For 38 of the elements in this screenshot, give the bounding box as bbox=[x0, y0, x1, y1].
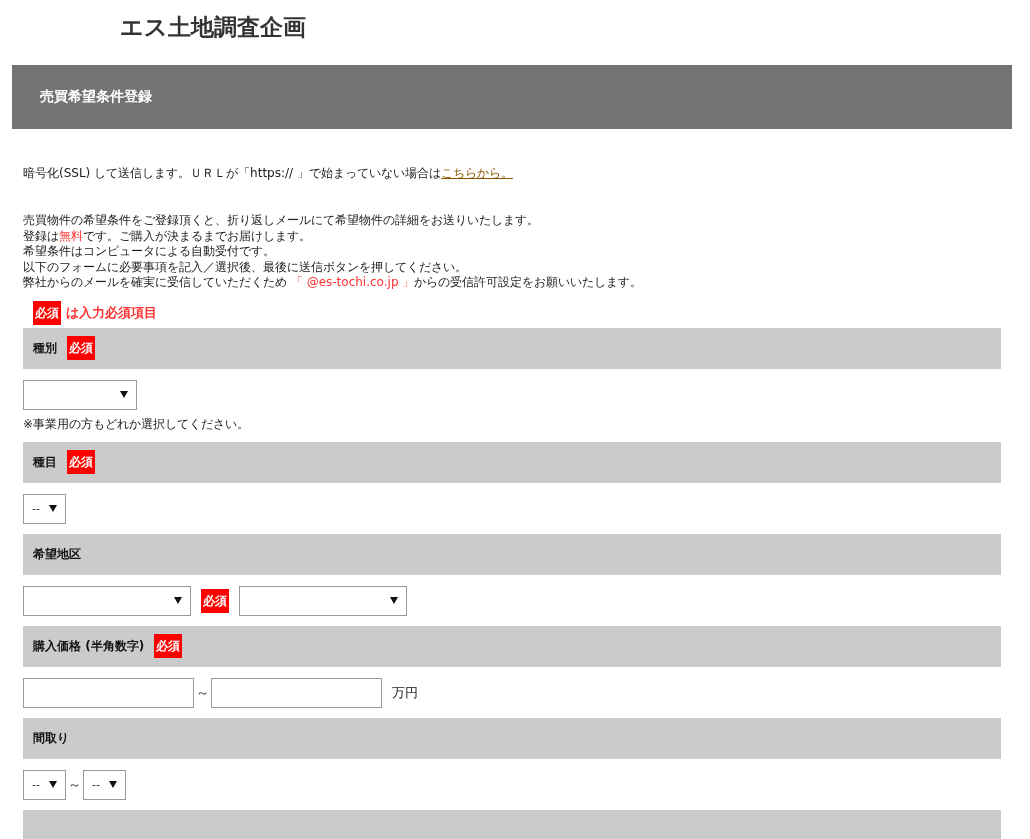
dropdown-field[interactable] bbox=[23, 379, 137, 410]
dropdown-arrow-icon bbox=[174, 597, 182, 604]
unit-label: 万円 bbox=[392, 683, 418, 702]
intro-text: 登録は無料です。ご購入が決まるまでお届けします。 bbox=[23, 228, 311, 244]
intro-text: 売買物件の希望条件をご登録頂くと、折り返しメールにて希望物件の詳細をお送りいたします。 bbox=[23, 213, 539, 229]
section-note: ※事業用の方もどれか選択してください。 bbox=[23, 415, 250, 433]
required-badge: 必須 bbox=[33, 300, 61, 325]
required-badge: 必須 bbox=[67, 450, 95, 474]
dropdown-arrow-icon bbox=[390, 597, 398, 604]
section-label: 希望地区 bbox=[33, 545, 81, 563]
intro-text: 希望条件はコンピュータによる自動受付です。 bbox=[23, 244, 275, 260]
dropdown-arrow-icon bbox=[49, 505, 57, 512]
intro-text: 弊社からのメールを確実に受信していただくため 「 @es-tochi.co.jp 」からの受信許可設定をお願いいたします。 bbox=[23, 275, 643, 291]
section-label: 購入価格 (半角数字) bbox=[33, 637, 145, 655]
dropdown-field[interactable]: -- bbox=[23, 769, 66, 800]
required-badge: 必須 bbox=[201, 588, 229, 613]
required-legend-text: は入力必須項目 bbox=[66, 303, 157, 322]
ssl-link[interactable]: こちらから。 bbox=[440, 166, 513, 180]
dropdown-field[interactable]: -- bbox=[83, 769, 126, 800]
required-badge: 必須 bbox=[154, 634, 183, 658]
section-label: 種目 bbox=[33, 453, 57, 471]
section-label: 間取り bbox=[33, 729, 69, 747]
page-title: 売買希望条件登録 bbox=[40, 88, 152, 106]
required-badge: 必須 bbox=[67, 336, 95, 360]
dropdown-arrow-icon bbox=[109, 781, 117, 788]
dropdown-arrow-icon bbox=[49, 781, 57, 788]
range-separator: ～ bbox=[68, 775, 81, 794]
price-input-field[interactable] bbox=[211, 677, 382, 708]
dropdown-arrow-icon bbox=[120, 391, 128, 398]
range-separator: ～ bbox=[196, 683, 209, 702]
intro-text: 以下のフォームに必要事項を記入／選択後、最後に送信ボタンを押してください。 bbox=[23, 259, 467, 275]
site-logo: エス土地調査企画 bbox=[119, 13, 306, 42]
dropdown-field[interactable] bbox=[239, 585, 407, 616]
dropdown-field[interactable]: -- bbox=[23, 493, 66, 524]
dropdown-field[interactable] bbox=[23, 585, 191, 616]
section-label: 種別 bbox=[33, 339, 57, 357]
price-input-field[interactable] bbox=[23, 677, 194, 708]
ssl-notice: 暗号化(SSL) して送信します。ＵＲＬが「https:// 」で始まっていない場合はこちらから。 bbox=[23, 165, 513, 182]
